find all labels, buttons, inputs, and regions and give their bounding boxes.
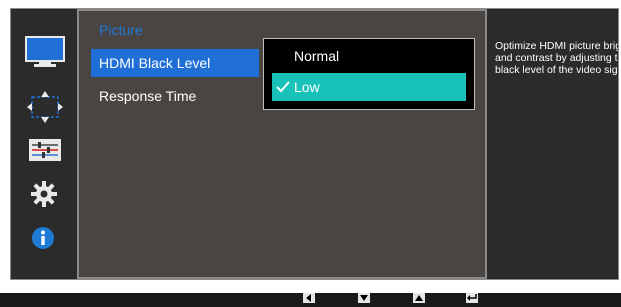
option-low[interactable]: Low xyxy=(272,73,466,101)
position-arrows-icon[interactable] xyxy=(27,91,63,123)
menu-item-hdmi-black-level[interactable]: HDMI Black Level xyxy=(91,49,259,77)
settings-gear-icon[interactable] xyxy=(30,180,58,208)
bottom-button-bar xyxy=(0,293,621,307)
up-arrow-icon[interactable] xyxy=(413,293,425,303)
enter-icon[interactable] xyxy=(466,293,478,303)
monitor-icon[interactable] xyxy=(25,36,65,68)
option-label: Low xyxy=(294,79,320,95)
information-icon[interactable] xyxy=(31,226,55,250)
menu-item-label: HDMI Black Level xyxy=(99,55,211,71)
down-arrow-icon[interactable] xyxy=(358,293,370,303)
color-sliders-icon[interactable] xyxy=(29,139,61,161)
description-text: Optimize HDMI picture brightness and con… xyxy=(495,40,618,76)
description-panel: Optimize HDMI picture brightness and con… xyxy=(487,9,618,279)
menu-title: Picture xyxy=(99,22,143,38)
check-icon xyxy=(276,81,290,93)
menu-item-response-time[interactable]: Response Time xyxy=(91,82,259,110)
hdmi-black-level-options: Normal Low xyxy=(263,38,475,110)
sidebar xyxy=(11,9,77,279)
picture-menu-panel: Picture HDMI Black Level Response Time N… xyxy=(77,9,487,279)
osd-window: Picture HDMI Black Level Response Time N… xyxy=(10,8,619,280)
option-label: Normal xyxy=(294,48,340,64)
option-normal[interactable]: Normal xyxy=(272,42,466,70)
left-arrow-icon[interactable] xyxy=(303,293,315,303)
menu-item-label: Response Time xyxy=(99,88,197,104)
